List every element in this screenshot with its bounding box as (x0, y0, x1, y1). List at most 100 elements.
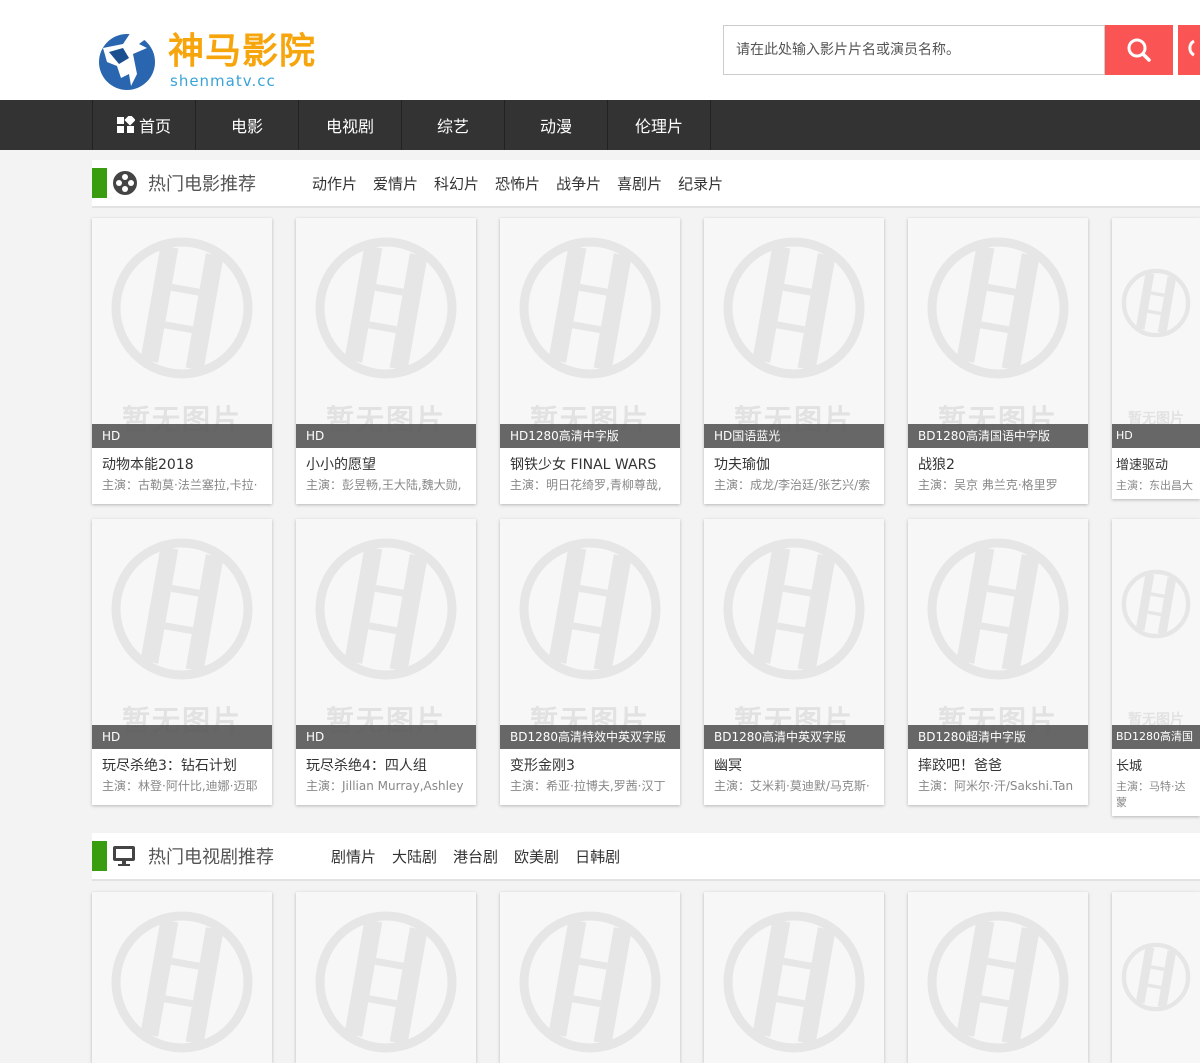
movie-card[interactable]: 暂无图片 HD 增速驱动 主演：东出昌大 (1112, 218, 1200, 499)
movie-title[interactable]: 钢铁少女 FINAL WARS (500, 448, 680, 476)
movie-title[interactable]: 幽冥 (704, 749, 884, 777)
film-placeholder-icon (519, 911, 661, 1053)
movie-actors: 主演：艾米莉·莫迪默/马克斯· (714, 779, 870, 793)
movie-card[interactable]: 暂无图片 BD1280高清中英双字版 幽冥主演：艾米莉·莫迪默/马克斯· (704, 519, 884, 805)
film-placeholder-icon (111, 911, 253, 1053)
movie-title[interactable]: 动物本能2018 (92, 448, 272, 476)
search-input[interactable] (723, 25, 1105, 75)
movie-title[interactable]: 长城 (1112, 749, 1200, 774)
movies-section-header: 热门电影推荐 动作片 爱情片 科幻片 恐怖片 战争片 喜剧片 纪录片 (92, 160, 1200, 208)
category-link[interactable]: 日韩剧 (575, 846, 620, 867)
film-placeholder-icon (315, 538, 457, 680)
film-placeholder-icon (723, 538, 865, 680)
nav-movies[interactable]: 电影 (196, 100, 299, 150)
category-link[interactable]: 恐怖片 (495, 173, 540, 194)
film-placeholder-icon (1121, 569, 1191, 639)
movie-card[interactable]: 暂无图片 HD 玩尽杀绝4：四人组 主演：Jillian Murray,Ashley (296, 519, 476, 805)
movie-actors: 主演：阿米尔·汗/Sakshi.Tan (918, 779, 1074, 793)
poster-image[interactable]: 暂无图片 HD (92, 519, 272, 749)
movie-actors: 主演：明日花绮罗,青柳尊哉, (510, 478, 662, 492)
poster-image[interactable]: 暂无图片 HD (296, 218, 476, 448)
section-accent-bar (92, 168, 107, 198)
quality-tag: HD (92, 725, 272, 749)
category-link[interactable]: 纪录片 (678, 173, 723, 194)
movie-card[interactable]: 暂无图片 BD1280高清特效中英双字版 变形金刚3 主演：希亚·拉博夫,罗茜·汉丁 (500, 519, 680, 805)
section-title: 热门电视剧推荐 (148, 847, 274, 868)
main-nav: 首页 电影 电视剧 综艺 动漫 伦理片 (0, 100, 1200, 150)
film-reel-icon (112, 170, 138, 196)
movie-card[interactable]: 暂无图片 HD1280高清中字版 钢铁少女 FINAL WARS 主演：明日花绮罗,青… (500, 218, 680, 504)
category-link[interactable]: 动作片 (312, 173, 357, 194)
nav-variety[interactable]: 综艺 (402, 100, 505, 150)
nav-ethics[interactable]: 伦理片 (608, 100, 711, 150)
poster-image[interactable]: 暂无图片 HD国语蓝光 (704, 218, 884, 448)
poster-image[interactable]: 暂无图片 (92, 892, 272, 1063)
movie-title[interactable]: 玩尽杀绝4：四人组 (296, 749, 476, 777)
poster-image[interactable]: 暂无图片 BD1280超清中字版 (908, 519, 1088, 749)
category-link[interactable]: 欧美剧 (514, 846, 559, 867)
poster-image[interactable]: 暂无图片 BD1280高清特效中英双字版 (500, 519, 680, 749)
tv-card[interactable]: 暂无图片 (1112, 892, 1200, 1063)
monitor-icon (112, 843, 138, 869)
film-placeholder-icon (1121, 942, 1191, 1012)
poster-image[interactable]: 暂无图片 (908, 892, 1088, 1063)
movie-title[interactable]: 摔跤吧！爸爸 (908, 749, 1088, 777)
poster-image[interactable]: 暂无图片 (1112, 892, 1200, 1063)
movie-card[interactable]: 暂无图片 BD1280超清中字版 摔跤吧！爸爸主演：阿米尔·汗/Sakshi.Tan (908, 519, 1088, 805)
film-placeholder-icon (111, 538, 253, 680)
movie-card[interactable]: 暂无图片 BD1280高清国语中字版 战狼2 主演：吴京 弗兰克·格里罗 (908, 218, 1088, 504)
category-link[interactable]: 大陆剧 (392, 846, 437, 867)
quality-tag: HD (1112, 424, 1200, 448)
tv-card[interactable]: 暂无图片 (704, 892, 884, 1063)
tv-section-header: 热门电视剧推荐 剧情片 大陆剧 港台剧 欧美剧 日韩剧 (92, 833, 1200, 881)
poster-image[interactable]: 暂无图片 (704, 892, 884, 1063)
tv-card[interactable]: 暂无图片 (908, 892, 1088, 1063)
movie-title[interactable]: 小小的愿望 (296, 448, 476, 476)
search-icon (1127, 38, 1151, 62)
film-placeholder-icon (1121, 268, 1191, 338)
tv-card[interactable]: 暂无图片 (296, 892, 476, 1063)
movie-actors: 主演：马特·达蒙 (1116, 780, 1186, 809)
category-link[interactable]: 科幻片 (434, 173, 479, 194)
movie-card[interactable]: 暂无图片 HD 玩尽杀绝3：钻石计划 主演：林登·阿什比,迪娜·迈耶 (92, 519, 272, 805)
quality-tag: BD1280高清特效中英双字版 (500, 725, 680, 749)
nav-anime[interactable]: 动漫 (505, 100, 608, 150)
movie-title[interactable]: 增速驱动 (1112, 448, 1200, 473)
film-placeholder-icon (519, 237, 661, 379)
category-link[interactable]: 剧情片 (331, 846, 376, 867)
search-button[interactable] (1105, 25, 1173, 75)
quality-tag: HD (296, 725, 476, 749)
film-placeholder-icon (315, 237, 457, 379)
poster-image[interactable]: 暂无图片 HD (296, 519, 476, 749)
search-button-secondary[interactable] (1178, 25, 1200, 75)
poster-image[interactable]: 暂无图片 BD1280高清国语中字版 (908, 218, 1088, 448)
quality-tag: HD (92, 424, 272, 448)
movie-card[interactable]: 暂无图片 HD国语蓝光 功夫瑜伽 主演：成龙/李治廷/张艺兴/索 (704, 218, 884, 504)
movie-title[interactable]: 变形金刚3 (500, 749, 680, 777)
category-link[interactable]: 战争片 (556, 173, 601, 194)
movie-card[interactable]: 暂无图片 HD 动物本能2018 主演：古勒莫·法兰塞拉,卡拉· (92, 218, 272, 504)
poster-image[interactable]: 暂无图片 (500, 892, 680, 1063)
movie-card[interactable]: 暂无图片 HD 小小的愿望主演：彭昱畅,王大陆,魏大勋, (296, 218, 476, 504)
tv-card[interactable]: 暂无图片 (500, 892, 680, 1063)
movie-actors: 主演：吴京 弗兰克·格里罗 (918, 478, 1058, 492)
category-link[interactable]: 港台剧 (453, 846, 498, 867)
poster-image[interactable]: 暂无图片 BD1280高清中英双字版 (704, 519, 884, 749)
poster-image[interactable]: 暂无图片 HD1280高清中字版 (500, 218, 680, 448)
movie-card[interactable]: 暂无图片 BD1280高清国 长城主演：马特·达蒙 (1112, 519, 1200, 816)
poster-image[interactable]: 暂无图片 HD (92, 218, 272, 448)
movie-title[interactable]: 玩尽杀绝3：钻石计划 (92, 749, 272, 777)
nav-tv[interactable]: 电视剧 (299, 100, 402, 150)
poster-image[interactable]: 暂无图片 BD1280高清国 (1112, 519, 1200, 749)
movie-title[interactable]: 功夫瑜伽 (704, 448, 884, 476)
movie-title[interactable]: 战狼2 (908, 448, 1088, 476)
tv-card[interactable]: 暂无图片 (92, 892, 272, 1063)
movie-actors: 主演：彭昱畅,王大陆,魏大勋, (306, 478, 462, 492)
category-link[interactable]: 爱情片 (373, 173, 418, 194)
poster-image[interactable]: 暂无图片 HD (1112, 218, 1200, 448)
quality-tag: HD (296, 424, 476, 448)
site-logo[interactable]: 神马影院 shenmatv.cc (95, 18, 335, 93)
nav-home[interactable]: 首页 (93, 100, 196, 150)
poster-image[interactable]: 暂无图片 (296, 892, 476, 1063)
category-link[interactable]: 喜剧片 (617, 173, 662, 194)
